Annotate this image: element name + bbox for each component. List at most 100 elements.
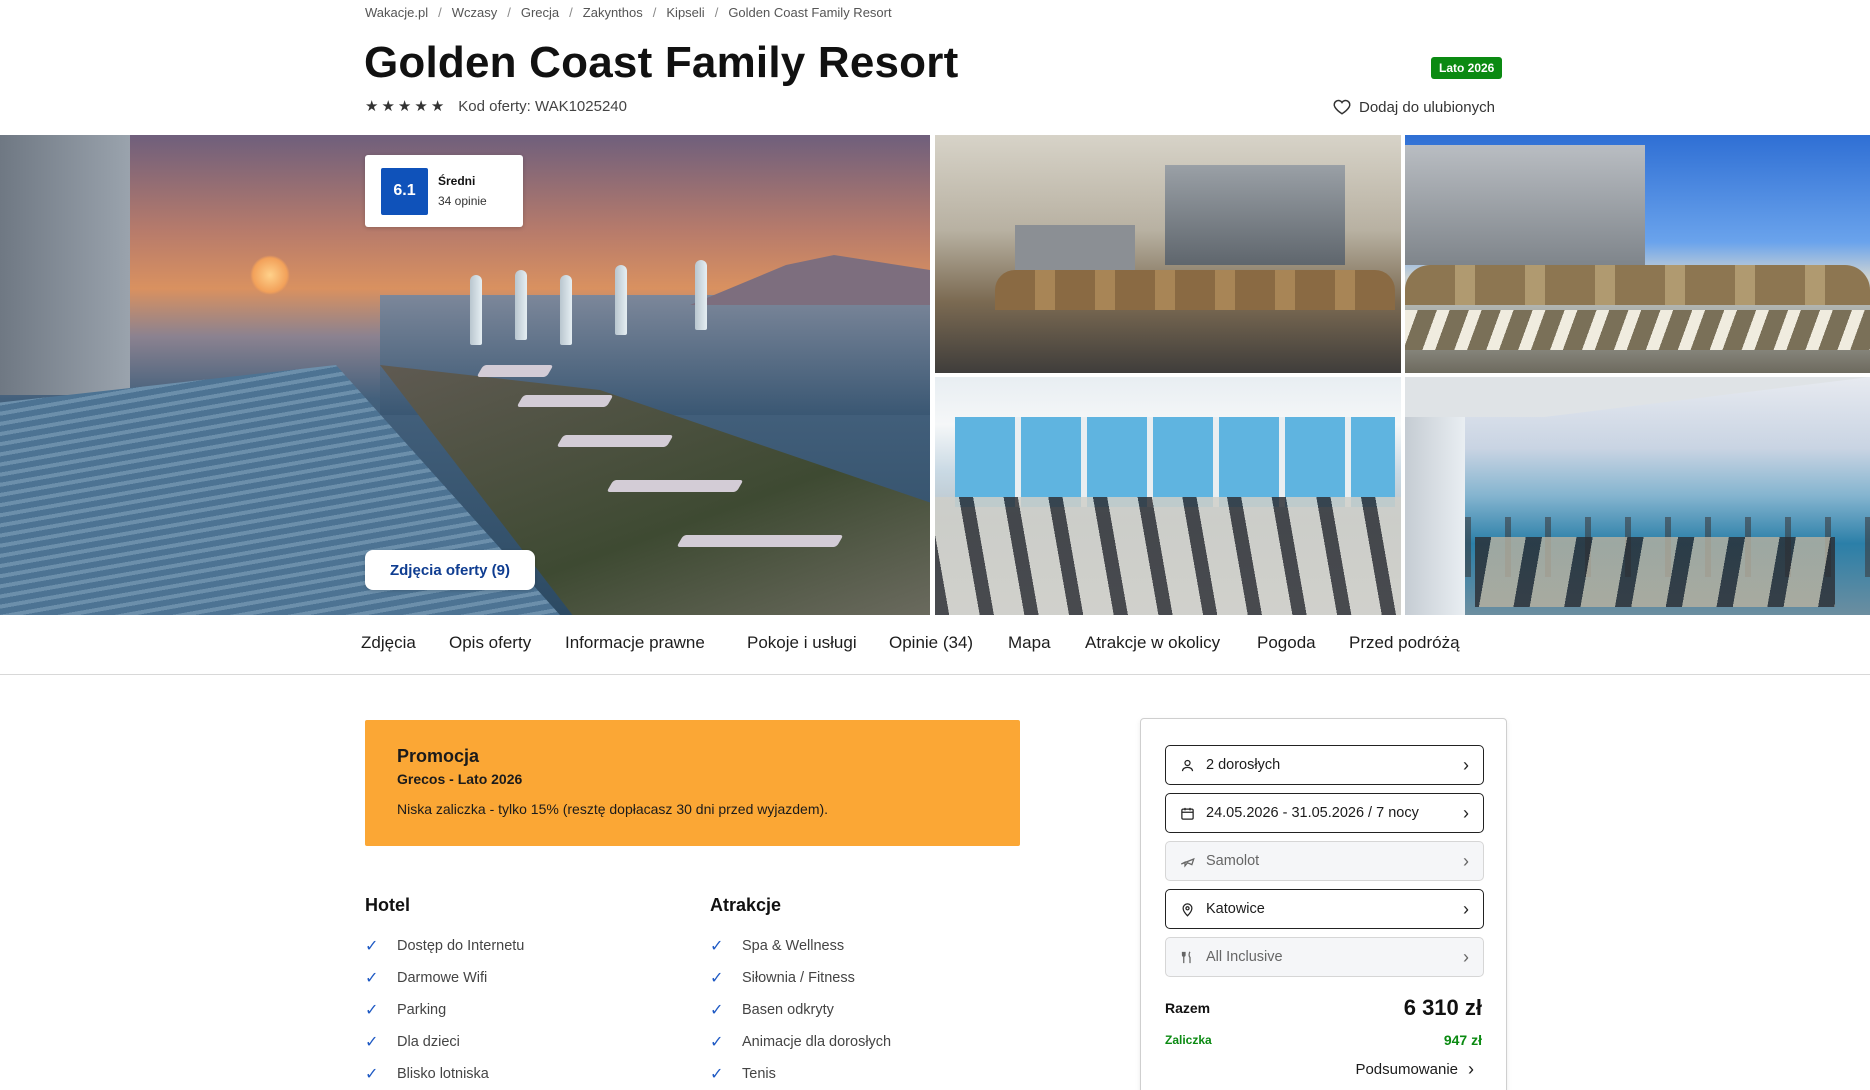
gallery-photo[interactable]	[935, 135, 1401, 373]
check-icon: ✓	[365, 1066, 379, 1083]
breadcrumb-separator: /	[569, 5, 573, 20]
list-item: ✓ Parking	[365, 1002, 447, 1019]
chevron-right-icon: ›	[1463, 802, 1469, 823]
plane-icon	[1180, 854, 1206, 869]
chevron-right-icon: ›	[1463, 754, 1469, 775]
star-rating: ★ ★ ★ ★ ★	[365, 97, 444, 115]
list-item: ✓ Blisko lotniska	[365, 1066, 489, 1083]
check-icon: ✓	[710, 938, 724, 955]
check-icon: ✓	[365, 1034, 379, 1051]
list-item: ✓ Basen odkryty	[710, 1002, 834, 1019]
breadcrumb-grecja[interactable]: Grecja	[521, 5, 559, 20]
attractions-features: Atrakcje ✓ Spa & Wellness ✓ Siłownia / Fit…	[710, 895, 1030, 1090]
breadcrumb-home[interactable]: Wakacje.pl	[365, 5, 428, 20]
guests-selector[interactable]: 2 dorosłych ›	[1165, 745, 1484, 785]
breadcrumb-current: Golden Coast Family Resort	[728, 5, 892, 20]
tab-atrakcje-w-okolicy[interactable]: Atrakcje w okolicy	[1085, 633, 1220, 653]
tab-opinie[interactable]: Opinie (34)	[889, 633, 973, 653]
board-selector[interactable]: All Inclusive ›	[1165, 937, 1484, 977]
section-tabs: Zdjęcia Opis oferty Informacje prawne Po…	[0, 615, 1870, 675]
tab-przed-podroza[interactable]: Przed podróżą	[1349, 633, 1460, 653]
tab-zdjecia[interactable]: Zdjęcia	[361, 633, 416, 653]
check-icon: ✓	[365, 938, 379, 955]
breadcrumb-kipseli[interactable]: Kipseli	[666, 5, 704, 20]
star-icon: ★	[414, 98, 428, 115]
dates-value: 24.05.2026 - 31.05.2026 / 7 nocy	[1206, 805, 1419, 821]
summary-link[interactable]: Podsumowanie ›	[1355, 1059, 1474, 1080]
calendar-icon	[1180, 806, 1206, 821]
breadcrumb-separator: /	[438, 5, 442, 20]
rating-count: 34 opinie	[438, 194, 487, 208]
departure-selector[interactable]: Katowice ›	[1165, 889, 1484, 929]
rating-score: 6.1	[381, 167, 428, 215]
gallery-photo[interactable]	[1405, 377, 1870, 615]
photo-gallery	[0, 135, 1870, 615]
promo-text: Niska zaliczka - tylko 15% (resztę dopła…	[397, 801, 829, 817]
hotel-meta: ★ ★ ★ ★ ★ Kod oferty: WAK1025240	[365, 97, 627, 116]
offer-photos-button[interactable]: Zdjęcia oferty (9)	[365, 550, 535, 590]
booking-panel: 2 dorosłych › 24.05.2026 - 31.05.2026 / …	[1140, 718, 1507, 1090]
breadcrumb: Wakacje.pl / Wczasy / Grecja / Zakynthos / K…	[365, 5, 892, 20]
star-icon: ★	[430, 98, 445, 115]
check-icon: ✓	[365, 970, 379, 987]
list-item: ✓ Dostęp do Internetu	[365, 938, 525, 955]
chevron-right-icon: ›	[1463, 898, 1469, 919]
add-to-favorites-label: Dodaj do ulubionych	[1359, 98, 1495, 116]
breadcrumb-separator: /	[714, 5, 719, 20]
attractions-features-title: Atrakcje	[710, 895, 782, 915]
list-item: ✓ Spa & Wellness	[710, 938, 845, 955]
chevron-right-icon: ›	[1463, 850, 1469, 871]
location-pin-icon	[1180, 902, 1206, 917]
add-to-favorites-button[interactable]: Dodaj do ulubionych	[1333, 98, 1495, 116]
promo-banner: Promocja Grecos - Lato 2026 Niska zalicz…	[365, 720, 1020, 846]
tab-pokoje-i-uslugi[interactable]: Pokoje i usługi	[747, 633, 857, 653]
tab-opis-oferty[interactable]: Opis oferty	[449, 633, 531, 653]
star-icon: ★	[381, 98, 395, 115]
list-item: ✓ Animacje dla dorosłych	[710, 1034, 892, 1051]
list-item: ✓ Dla dzieci	[365, 1034, 460, 1051]
list-item: ✓ Darmowe Wifi	[365, 970, 488, 987]
promo-title: Promocja	[397, 746, 480, 766]
chevron-right-icon: ›	[1468, 1059, 1474, 1079]
transport-value: Samolot	[1206, 853, 1260, 869]
dates-selector[interactable]: 24.05.2026 - 31.05.2026 / 7 nocy ›	[1165, 793, 1484, 833]
breadcrumb-separator: /	[507, 5, 511, 20]
breadcrumb-wczasy[interactable]: Wczasy	[452, 5, 498, 20]
check-icon: ✓	[710, 1066, 724, 1083]
check-icon: ✓	[710, 1034, 724, 1051]
heart-icon	[1333, 99, 1351, 115]
gallery-photo[interactable]	[1405, 135, 1870, 373]
season-badge: Lato 2026	[1431, 57, 1503, 79]
hotel-features-title: Hotel	[365, 895, 410, 915]
check-icon: ✓	[365, 1002, 379, 1019]
guests-value: 2 dorosłych	[1206, 757, 1281, 773]
departure-value: Katowice	[1206, 901, 1265, 917]
person-icon	[1180, 758, 1206, 773]
transport-selector[interactable]: Samolot ›	[1165, 841, 1484, 881]
page-title: Golden Coast Family Resort	[364, 38, 959, 87]
list-item: ✓ Tenis	[710, 1066, 776, 1083]
deposit-label: Zaliczka	[1165, 1033, 1212, 1047]
deposit-price: 947 zł	[1443, 1032, 1482, 1048]
cutlery-icon	[1180, 950, 1206, 965]
breadcrumb-zakynthos[interactable]: Zakynthos	[583, 5, 643, 20]
summary-label: Podsumowanie	[1355, 1061, 1458, 1078]
total-price: 6 310 zł	[1403, 995, 1482, 1020]
check-icon: ✓	[710, 970, 724, 987]
check-icon: ✓	[710, 1002, 724, 1019]
star-icon: ★	[365, 98, 379, 115]
breadcrumb-separator: /	[652, 5, 657, 20]
list-item: ✓ Siłownia / Fitness	[710, 970, 855, 987]
tab-pogoda[interactable]: Pogoda	[1257, 633, 1316, 653]
rating-label: Średni	[438, 174, 476, 188]
chevron-right-icon: ›	[1463, 946, 1469, 967]
rating-card[interactable]: 6.1 Średni 34 opinie	[365, 155, 523, 227]
promo-subtitle: Grecos - Lato 2026	[397, 771, 523, 787]
total-label: Razem	[1165, 1000, 1211, 1016]
tab-mapa[interactable]: Mapa	[1008, 633, 1051, 653]
offer-code: Kod oferty: WAK1025240	[458, 97, 627, 115]
gallery-photo[interactable]	[935, 377, 1401, 615]
tab-informacje-prawne[interactable]: Informacje prawne	[565, 633, 705, 653]
board-value: All Inclusive	[1206, 949, 1283, 965]
star-icon: ★	[397, 98, 412, 115]
